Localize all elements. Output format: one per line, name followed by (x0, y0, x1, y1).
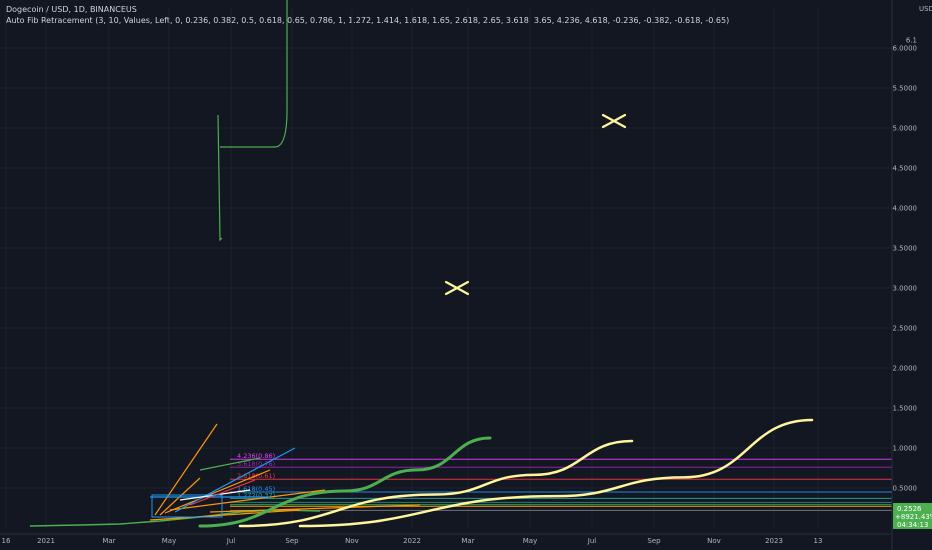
x-tick-label: Nov (707, 537, 721, 545)
candle-countdown: 04:34:13 (897, 521, 928, 529)
trendline[interactable] (154, 423, 218, 516)
price-axis[interactable]: 6.16.0000 5.5000 5.0000 4.5000 4.0000 3.5000 3… (891, 0, 932, 550)
price-chart[interactable]: 4.236(0.86)3.618(0.76)2.618(0.61)1.618(0… (0, 0, 932, 550)
y-tick-label: 3.0000 (893, 285, 918, 293)
spike-drawing-left[interactable] (217, 114, 223, 242)
y-tick-label: 1.5000 (893, 405, 918, 413)
y-tick-label: 4.5000 (893, 165, 918, 173)
chart-drawings[interactable] (29, 0, 627, 527)
currency-label: USD (919, 5, 932, 13)
x-tick-label: 2022 (403, 537, 421, 545)
x-tick-label: Sep (285, 537, 299, 545)
current-price-box: 0.2526+8921.43%04:34:13 (893, 503, 932, 529)
projection-curve[interactable] (238, 439, 634, 528)
y-tick-label: 6.0000 (893, 45, 918, 53)
fib-level-label: 1.272(0.37) (237, 491, 275, 499)
price-change: +8921.43% (895, 513, 932, 521)
y-tick-label: 5.0000 (893, 125, 918, 133)
x-tick-label: May (523, 537, 537, 545)
cross-marker[interactable] (601, 113, 627, 129)
grid-lines (0, 8, 892, 528)
fib-levels: 4.236(0.86)3.618(0.76)2.618(0.61)1.618(0… (230, 452, 892, 511)
y-tick-label: 1.0000 (893, 445, 918, 453)
x-tick-label: Sep (647, 537, 661, 545)
y-tick-label: 2.5000 (893, 325, 918, 333)
spike-drawing-right[interactable] (220, 0, 288, 148)
y-tick-label: 3.5000 (893, 245, 918, 253)
y-tick-label: 5.5000 (893, 85, 918, 93)
y-tick-label: 2.0000 (893, 365, 918, 373)
x-tick-label: 2021 (37, 537, 55, 545)
y-tick-label: 4.0000 (893, 205, 918, 213)
x-tick-label: Mar (102, 537, 115, 545)
projection-curve[interactable] (198, 436, 492, 528)
x-tick-label: 2023 (765, 537, 783, 545)
x-tick-label: Mar (461, 537, 474, 545)
x-tick-label: Jul (226, 537, 236, 545)
x-tick-label: May (162, 537, 176, 545)
y-tick-label: 6.1 (906, 37, 917, 45)
current-price-value: 0.2526 (897, 505, 922, 513)
x-tick-label: 16 (2, 537, 11, 545)
time-axis[interactable]: 16 2021 Mar May Jul Sep Nov 2022 Mar May Jul Sep Nov… (0, 533, 892, 545)
x-tick-label: 13 (814, 537, 823, 545)
x-tick-label: Jul (587, 537, 597, 545)
y-tick-label: 0.5000 (893, 485, 918, 493)
x-tick-label: Nov (345, 537, 359, 545)
